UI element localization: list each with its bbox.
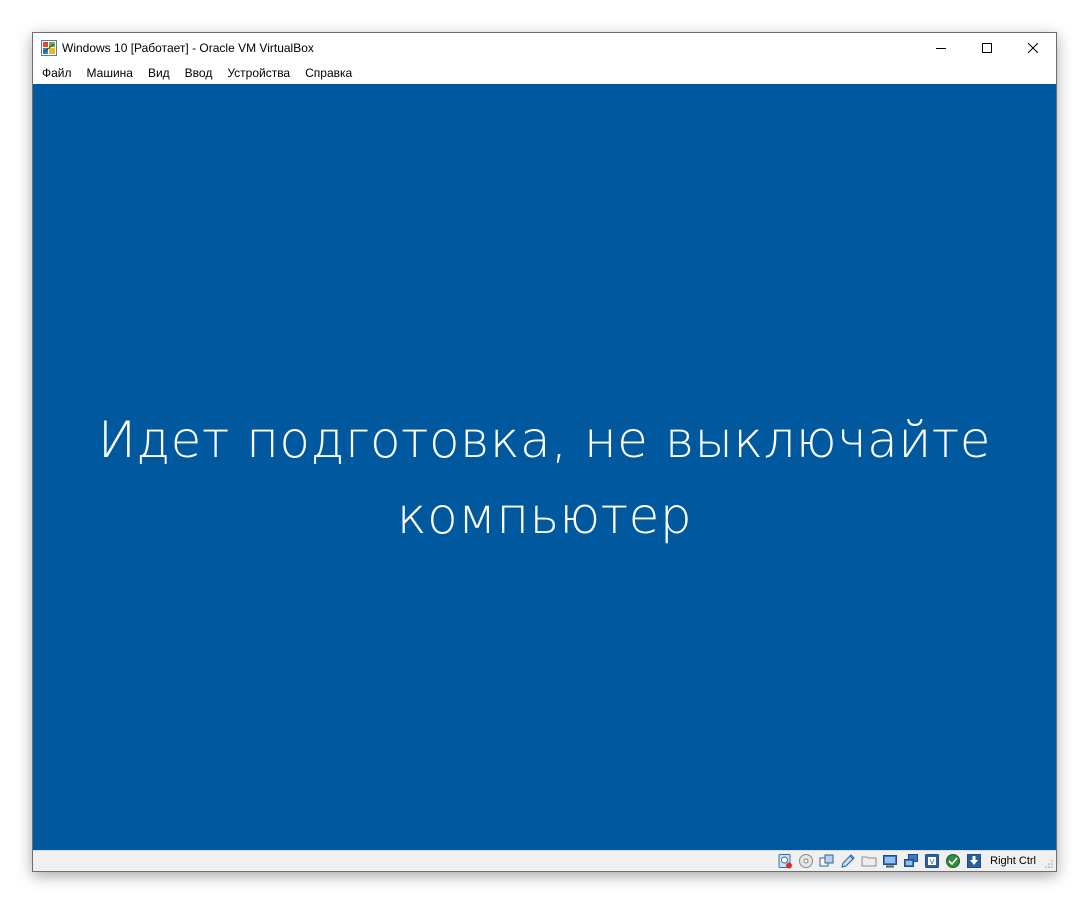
network-icon[interactable]	[840, 853, 856, 869]
menu-file[interactable]: Файл	[35, 62, 80, 84]
video-capture-icon[interactable]: V	[924, 853, 940, 869]
maximize-icon	[982, 42, 992, 53]
minimize-icon	[936, 47, 946, 49]
status-indicators: V	[777, 853, 987, 869]
close-icon	[1028, 42, 1038, 53]
cpu-virtualization-icon[interactable]	[945, 853, 961, 869]
display-icon[interactable]	[903, 853, 919, 869]
maximize-button[interactable]	[964, 33, 1010, 62]
optical-drive-icon[interactable]	[798, 853, 814, 869]
menu-help[interactable]: Справка	[298, 62, 360, 84]
virtualbox-app-icon	[41, 39, 57, 56]
status-bar: V Right Ctrl	[33, 850, 1056, 871]
resize-grip-icon[interactable]	[1044, 859, 1054, 869]
usb-icon[interactable]	[861, 853, 877, 869]
host-key-label: Right Ctrl	[990, 855, 1036, 867]
title-bar[interactable]: Windows 10 [Работает] - Oracle VM Virtua…	[33, 33, 1056, 62]
close-button[interactable]	[1010, 33, 1056, 62]
menu-bar: Файл Машина Вид Ввод Устройства Справка	[33, 62, 1056, 84]
svg-text:V: V	[930, 858, 935, 866]
menu-input[interactable]: Ввод	[178, 62, 221, 84]
window-controls	[918, 33, 1056, 62]
menu-view[interactable]: Вид	[141, 62, 178, 84]
audio-icon[interactable]	[819, 853, 835, 869]
vm-status-message: Идет подготовка, не выключайте компьютер	[33, 402, 1056, 554]
menu-devices[interactable]: Устройства	[220, 62, 298, 84]
vm-message-line-2: компьютер	[396, 487, 693, 545]
minimize-button[interactable]	[918, 33, 964, 62]
vm-display[interactable]: Идет подготовка, не выключайте компьютер	[33, 84, 1056, 852]
window-title: Windows 10 [Работает] - Oracle VM Virtua…	[62, 40, 314, 55]
virtualbox-window: Windows 10 [Работает] - Oracle VM Virtua…	[32, 32, 1057, 872]
mouse-integration-icon[interactable]	[966, 853, 982, 869]
hard-disk-icon[interactable]	[777, 853, 793, 869]
shared-folders-icon[interactable]	[882, 853, 898, 869]
vm-message-line-1: Идет подготовка, не выключайте	[98, 411, 991, 469]
menu-machine[interactable]: Машина	[80, 62, 141, 84]
